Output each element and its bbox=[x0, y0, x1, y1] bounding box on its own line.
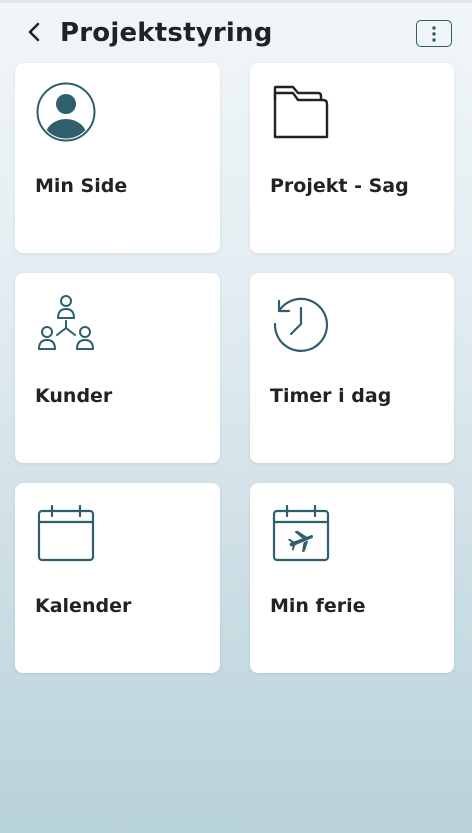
tile-label: Min Side bbox=[35, 175, 128, 197]
back-button[interactable] bbox=[20, 18, 48, 46]
tile-timer-i-dag[interactable]: Timer i dag bbox=[250, 273, 454, 463]
clock-history-icon bbox=[273, 297, 329, 352]
customers-network-icon bbox=[38, 295, 94, 350]
folder-icon bbox=[273, 85, 329, 139]
tile-label: Timer i dag bbox=[270, 385, 392, 407]
tile-min-side[interactable]: Min Side bbox=[15, 63, 220, 253]
tile-kalender[interactable]: Kalender bbox=[15, 483, 220, 673]
more-options-button[interactable] bbox=[416, 20, 452, 47]
tile-kunder[interactable]: Kunder bbox=[15, 273, 220, 463]
more-vertical-icon bbox=[432, 25, 436, 42]
tile-label: Min ferie bbox=[270, 595, 366, 617]
tile-label: Projekt - Sag bbox=[270, 175, 409, 197]
calendar-vacation-icon bbox=[272, 504, 330, 562]
tile-grid: Min Side Projekt - Sag Kunder Timer i da… bbox=[15, 63, 455, 673]
tile-label: Kalender bbox=[35, 595, 132, 617]
page-title: Projektstyring bbox=[60, 18, 273, 48]
tile-projekt-sag[interactable]: Projekt - Sag bbox=[250, 63, 454, 253]
user-avatar-icon bbox=[36, 82, 96, 142]
calendar-icon bbox=[37, 504, 95, 562]
chevron-left-icon bbox=[28, 22, 40, 42]
tile-label: Kunder bbox=[35, 385, 113, 407]
tile-min-ferie[interactable]: Min ferie bbox=[250, 483, 454, 673]
header: Projektstyring bbox=[0, 0, 472, 64]
